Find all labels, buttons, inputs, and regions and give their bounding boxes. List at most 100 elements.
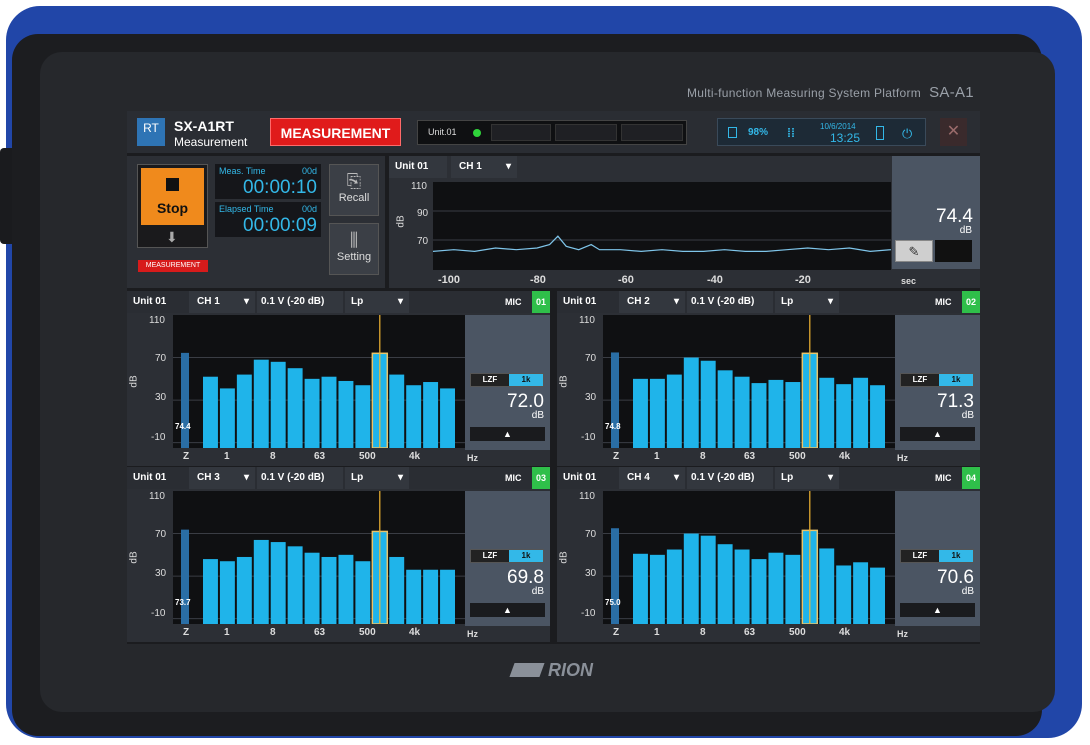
weighting-lzf[interactable]: LZF	[901, 550, 939, 562]
close-button[interactable]: ✕	[940, 118, 967, 146]
spectrum-bar	[836, 565, 852, 624]
edit-button[interactable]: ✎	[895, 240, 933, 262]
spectrum-bar-overall	[611, 352, 619, 448]
ts-channel-select[interactable]: CH 1 ▾	[451, 156, 517, 178]
platform-text: Multi-function Measuring System Platform	[687, 86, 922, 100]
spectrum-bar	[836, 384, 852, 448]
spectrum-channel-select[interactable]: CH 1 ▾	[189, 291, 255, 313]
weighting-1k[interactable]: 1k	[509, 550, 543, 562]
spectrum-channel-select[interactable]: CH 2 ▾	[619, 291, 685, 313]
channel-label: CH 3	[197, 472, 220, 483]
spectrum-overall-label: 73.7	[175, 598, 191, 607]
setting-button[interactable]: ⫼ Setting	[329, 223, 379, 275]
weighting-toggle[interactable]: LZF 1k	[900, 549, 974, 563]
spectrum-x-unit: Hz	[467, 453, 478, 463]
ts-unit-tab[interactable]: Unit 01	[389, 156, 447, 178]
mic-label: MIC	[505, 297, 522, 307]
spectrum-overall-label: 74.4	[175, 422, 191, 431]
model-name: SA-A1	[929, 84, 974, 101]
spectrum-unit-tab[interactable]: Unit 01	[557, 467, 615, 489]
spectrum-bar	[423, 569, 439, 624]
platform-label: Multi-function Measuring System Platform…	[687, 84, 974, 101]
spectrum-unit-tab[interactable]: Unit 01	[127, 291, 185, 313]
weighting-1k[interactable]: 1k	[939, 550, 973, 562]
time-series-panel: Unit 01 CH 1 ▾ dB 110 90 70 -100 -80 -60…	[389, 156, 980, 288]
metric-select[interactable]: Lp ▾	[775, 467, 839, 489]
spectrum-x-tick: 4k	[839, 627, 851, 638]
weighting-toggle[interactable]: LZF 1k	[900, 373, 974, 387]
spectrum-bar	[683, 357, 699, 448]
range-select[interactable]: 0.1 V (-20 dB)	[687, 467, 773, 489]
range-select[interactable]: 0.1 V (-20 dB)	[687, 291, 773, 313]
spectrum-plot: 73.7	[173, 491, 465, 624]
spectrum-x-unit: Hz	[897, 629, 908, 639]
range-select[interactable]: 0.1 V (-20 dB)	[257, 291, 343, 313]
spectrum-x-unit: Hz	[897, 453, 908, 463]
spectrum-bar	[270, 542, 286, 624]
spectrum-bar	[304, 552, 320, 624]
spectrum-bar	[389, 556, 405, 624]
spectrum-channel-select[interactable]: CH 4 ▾	[619, 467, 685, 489]
expand-button[interactable]: ▲	[470, 603, 545, 617]
app-name: SX-A1RT	[174, 118, 234, 134]
expand-button[interactable]: ▲	[470, 427, 545, 441]
spectrum-bar	[355, 561, 371, 624]
spectrum-channel-select[interactable]: CH 3 ▾	[189, 467, 255, 489]
spectrum-unit-tab[interactable]: Unit 01	[127, 467, 185, 489]
stop-button[interactable]: Stop ⬇	[137, 164, 208, 248]
metric-select[interactable]: Lp ▾	[345, 467, 409, 489]
spectrum-y-tick: 70	[155, 353, 167, 364]
spectrum-y-tick: 70	[585, 353, 597, 364]
spectrum-bar	[253, 539, 269, 624]
metric-select[interactable]: Lp ▾	[345, 291, 409, 313]
spectrum-y-tick: 110	[149, 491, 165, 502]
weighting-1k[interactable]: 1k	[939, 374, 973, 386]
weighting-lzf[interactable]: LZF	[471, 550, 509, 562]
range-label: 0.1 V (-20 dB)	[691, 472, 755, 483]
expand-button[interactable]: ▲	[900, 603, 975, 617]
spectrum-y-tick: -10	[151, 432, 166, 443]
spectrum-y-tick: 30	[585, 392, 597, 403]
spectrum-panel: Unit 01 CH 3 ▾ 0.1 V (-20 dB) Lp ▾ MIC 03 dB 110 7…	[127, 467, 550, 642]
metric-label: Lp	[781, 296, 794, 307]
metric-select[interactable]: Lp ▾	[775, 291, 839, 313]
time-series-plot	[433, 182, 891, 270]
spectrum-value-panel: LZF 1k 69.8 dB ▲	[465, 491, 550, 626]
spectrum-bar	[321, 376, 337, 448]
stop-button-face: Stop	[141, 168, 204, 225]
spectrum-bar	[734, 549, 750, 624]
chevron-down-icon: ▾	[397, 472, 403, 483]
weighting-lzf[interactable]: LZF	[471, 374, 509, 386]
spectrum-bar	[355, 385, 371, 448]
spectrum-header: Unit 01 CH 4 ▾ 0.1 V (-20 dB) Lp ▾ MIC 04	[557, 467, 980, 489]
spectrum-x-tick: Z	[183, 627, 190, 638]
spectrum-bar	[338, 554, 354, 624]
spectrum-y-tick: 70	[585, 529, 597, 540]
spectrum-bar	[287, 546, 303, 624]
measurement-state-button[interactable]: MEASUREMENT	[270, 118, 401, 146]
spectrum-bar	[287, 368, 303, 448]
spectrum-bar	[734, 376, 750, 448]
spectrum-bar	[751, 559, 767, 624]
weighting-1k[interactable]: 1k	[509, 374, 543, 386]
spectrum-bar	[700, 360, 716, 448]
range-select[interactable]: 0.1 V (-20 dB)	[257, 467, 343, 489]
spectrum-bar	[219, 388, 235, 448]
unit-status[interactable]: Unit.01	[417, 120, 687, 145]
mic-label: MIC	[935, 473, 952, 483]
expand-button[interactable]: ▲	[900, 427, 975, 441]
chevron-down-icon: ▾	[243, 296, 249, 307]
weighting-toggle[interactable]: LZF 1k	[470, 373, 544, 387]
ts-x-tick: -40	[707, 274, 723, 286]
spectrum-bar	[633, 378, 648, 448]
weighting-lzf[interactable]: LZF	[901, 374, 939, 386]
ts-x-unit: sec	[901, 276, 917, 286]
ts-marker-box	[935, 240, 972, 262]
ts-y-tick: 110	[411, 181, 427, 192]
spectrum-unit-tab[interactable]: Unit 01	[557, 291, 615, 313]
ts-x-tick: -80	[530, 274, 546, 286]
recall-button[interactable]: ⎘ Recall	[329, 164, 379, 216]
weighting-toggle[interactable]: LZF 1k	[470, 549, 544, 563]
spectrum-bar	[683, 533, 699, 624]
chevron-down-icon: ▾	[827, 296, 833, 307]
